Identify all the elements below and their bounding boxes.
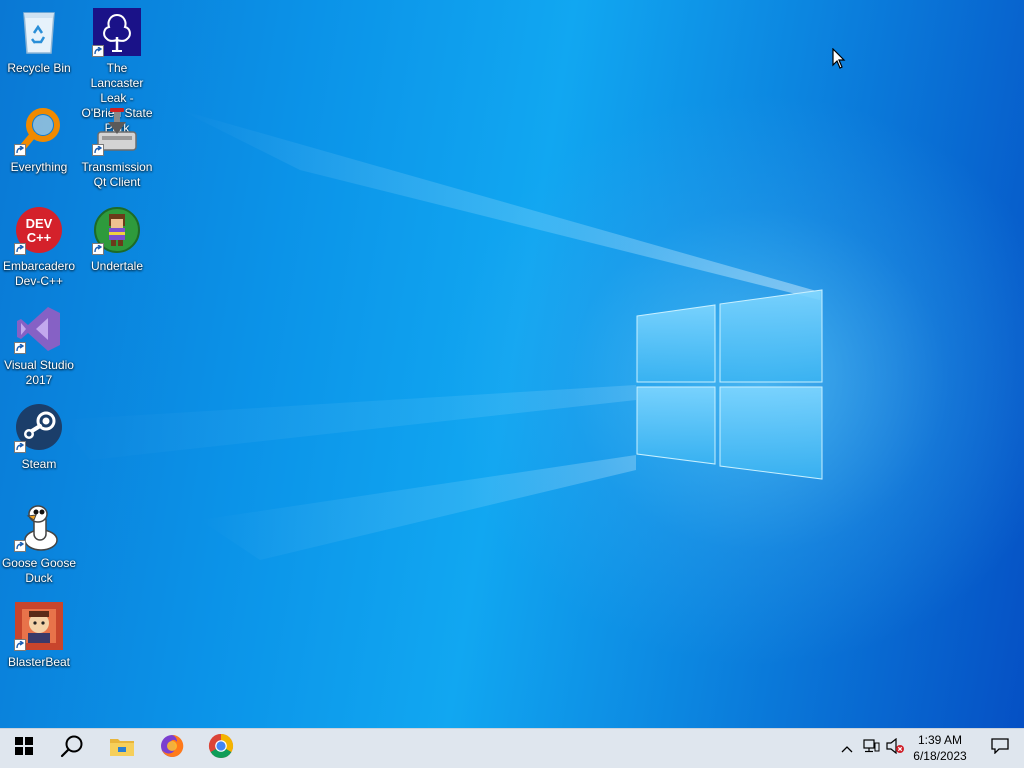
taskbar-chrome[interactable]: [197, 729, 245, 768]
svg-text:C++: C++: [27, 230, 52, 245]
windows-logo-icon: [15, 737, 33, 760]
shortcut-arrow-icon: [14, 342, 26, 354]
blasterbeat-icon: [14, 601, 64, 651]
taskbar-clock[interactable]: 1:39 AM 6/18/2023: [908, 732, 972, 764]
blasterbeat-label: BlasterBeat: [7, 655, 71, 669]
volume-muted-icon: [885, 737, 905, 759]
everything-search-icon: [14, 106, 64, 156]
shortcut-arrow-icon: [14, 441, 26, 453]
goose-goose-duck-label: Goose Goose Duck: [1, 556, 77, 585]
recycle-bin-label: Recycle Bin: [7, 61, 71, 75]
shortcut-arrow-icon: [92, 144, 104, 156]
undertale-icon: [92, 205, 142, 255]
undertale-label: Undertale: [90, 259, 144, 273]
shortcut-arrow-icon: [14, 243, 26, 255]
lancaster-leak-icon: [92, 7, 142, 57]
show-hidden-icons-button[interactable]: [836, 729, 858, 768]
firefox-icon: [159, 733, 185, 764]
action-center-button[interactable]: [976, 729, 1024, 768]
network-icon: [862, 738, 880, 759]
recycle-bin-icon: [14, 7, 64, 57]
shortcut-arrow-icon: [92, 45, 104, 57]
desktop-icon-transmission[interactable]: Transmission Qt Client: [79, 106, 155, 190]
shortcut-arrow-icon: [14, 639, 26, 651]
devcpp-label: Embarcadero Dev-C++: [2, 259, 76, 288]
shortcut-arrow-icon: [92, 243, 104, 255]
desktop-icon-steam[interactable]: Steam: [1, 403, 77, 472]
show-hidden-icons-icon: [841, 740, 853, 758]
desktop-icon-goose-goose-duck[interactable]: Goose Goose Duck: [1, 502, 77, 586]
action-center-icon: [991, 738, 1009, 759]
desktop[interactable]: Recycle Bin The Lancaster Leak - O'Brien…: [0, 0, 1024, 728]
desktop-icon-recycle-bin[interactable]: Recycle Bin: [1, 7, 77, 76]
clock-date: 6/18/2023: [913, 749, 967, 763]
everything-label: Everything: [10, 160, 68, 174]
volume-tray-button[interactable]: [884, 729, 906, 768]
network-tray-button[interactable]: [860, 729, 882, 768]
desktop-icon-everything[interactable]: Everything: [1, 106, 77, 175]
steam-label: Steam: [21, 457, 57, 471]
svg-text:DEV: DEV: [26, 216, 53, 231]
search-button[interactable]: [48, 729, 96, 768]
visual-studio-label: Visual Studio 2017: [4, 358, 74, 387]
desktop-icon-undertale[interactable]: Undertale: [79, 205, 155, 274]
steam-icon: [14, 403, 64, 453]
taskbar-file-explorer[interactable]: [98, 729, 146, 768]
clock-time: 1:39 AM: [917, 733, 963, 747]
search-icon: [60, 734, 84, 763]
desktop-icon-visual-studio[interactable]: Visual Studio 2017: [1, 304, 77, 388]
desktop-icon-blasterbeat[interactable]: BlasterBeat: [1, 601, 77, 670]
shortcut-arrow-icon: [14, 540, 26, 552]
taskbar: 1:39 AM 6/18/2023: [0, 728, 1024, 768]
start-button[interactable]: [0, 729, 48, 768]
taskbar-firefox[interactable]: [148, 729, 196, 768]
transmission-icon: [92, 106, 142, 156]
devcpp-icon: DEV C++: [14, 205, 64, 255]
desktop-icon-devcpp[interactable]: DEV C++ Embarcadero Dev-C++: [1, 205, 77, 289]
chrome-icon: [208, 733, 234, 764]
shortcut-arrow-icon: [14, 144, 26, 156]
goose-goose-duck-icon: [14, 502, 64, 552]
windows-logo-graphic: [636, 289, 823, 480]
mouse-cursor-icon: [832, 47, 846, 75]
file-explorer-icon: [109, 735, 135, 762]
transmission-label: Transmission Qt Client: [81, 160, 153, 189]
visual-studio-icon: [14, 304, 64, 354]
